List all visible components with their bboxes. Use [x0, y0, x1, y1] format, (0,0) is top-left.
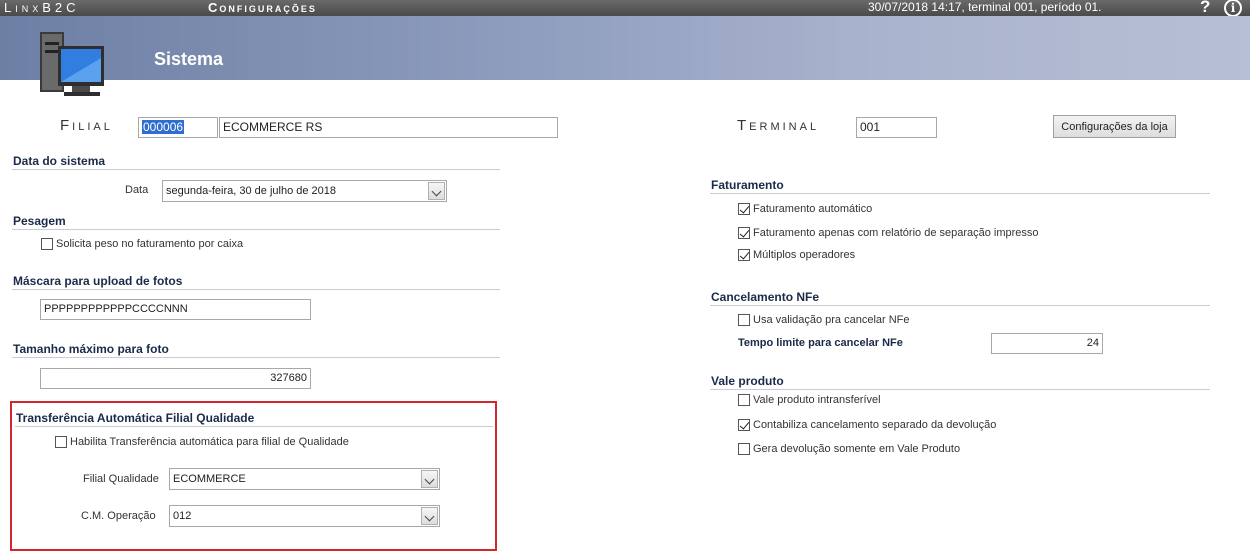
max-photo-size-input[interactable]: 327680	[40, 368, 311, 389]
tempo-limite-input[interactable]: 24	[991, 333, 1103, 354]
faturamento-option-label: Múltiplos operadores	[753, 249, 856, 261]
tamanho-title: Tamanho máximo para foto	[13, 342, 169, 356]
help-icon[interactable]: ?	[1200, 0, 1210, 15]
filial-qualidade-select[interactable]: ECOMMERCE	[169, 468, 440, 490]
section-divider	[12, 169, 500, 170]
page-header: Sistema	[0, 16, 1250, 96]
pesagem-checkbox[interactable]	[41, 238, 53, 250]
chevron-down-icon[interactable]	[428, 182, 445, 200]
section-divider	[15, 426, 493, 427]
cm-operacao-select[interactable]: 012	[169, 505, 440, 527]
faturamento-relatorio-checkbox[interactable]	[738, 227, 750, 239]
chevron-down-icon[interactable]	[421, 470, 438, 488]
faturamento-title: Faturamento	[711, 178, 784, 192]
terminal-label: Terminal	[737, 117, 820, 134]
vale-option-label: Gera devolução somente em Vale Produto	[753, 443, 961, 455]
transferencia-checkbox[interactable]	[55, 436, 67, 448]
vale-produto-title: Vale produto	[711, 374, 784, 388]
photo-mask-input[interactable]: PPPPPPPPPPPPCCCCNNN	[40, 299, 311, 320]
validacao-nfe-checkbox[interactable]	[738, 314, 750, 326]
filial-name-field: ECOMMERCE RS	[219, 117, 558, 138]
faturamento-option-label: Faturamento apenas com relatório de sepa…	[753, 227, 1039, 239]
store-config-button[interactable]: Configurações da loja	[1053, 115, 1176, 138]
info-icon[interactable]: i	[1224, 0, 1242, 17]
filial-code-input[interactable]: 000006	[138, 117, 218, 138]
pesagem-option-label: Solicita peso no faturamento por caixa	[56, 238, 244, 250]
session-status: 30/07/2018 14:17, terminal 001, período …	[868, 0, 1102, 14]
transferencia-option-label: Habilita Transferência automática para f…	[70, 436, 349, 448]
terminal-input[interactable]: 001	[856, 117, 937, 138]
system-date-value: segunda-feira, 30 de julho de 2018	[166, 185, 337, 197]
brand-logo: LinxB2C	[4, 0, 80, 15]
filial-qualidade-value: ECOMMERCE	[173, 473, 246, 485]
section-divider	[710, 193, 1210, 194]
title-bar: LinxB2C Configurações 30/07/2018 14:17, …	[0, 0, 1250, 17]
section-divider	[12, 357, 500, 358]
devolucao-vale-checkbox[interactable]	[738, 443, 750, 455]
tempo-limite-label: Tempo limite para cancelar NFe	[738, 337, 903, 349]
filial-qualidade-label: Filial Qualidade	[83, 473, 159, 485]
chevron-down-icon[interactable]	[421, 507, 438, 525]
transferencia-title: Transferência Automática Filial Qualidad…	[16, 411, 255, 425]
multiplos-operadores-checkbox[interactable]	[738, 249, 750, 261]
computer-monitor-icon	[40, 32, 104, 96]
faturamento-option-label: Faturamento automático	[753, 203, 873, 215]
vale-option-label: Vale produto intransferível	[753, 394, 881, 406]
validacao-nfe-label: Usa validação pra cancelar NFe	[753, 314, 910, 326]
faturamento-automatico-checkbox[interactable]	[738, 203, 750, 215]
section-divider	[710, 305, 1210, 306]
section-divider	[12, 289, 500, 290]
app-title: Configurações	[208, 0, 317, 15]
mascara-title: Máscara para upload de fotos	[13, 274, 183, 288]
vale-option-label: Contabiliza cancelamento separado da dev…	[753, 419, 997, 431]
cm-operacao-value: 012	[173, 510, 192, 522]
data-sistema-title: Data do sistema	[13, 154, 106, 168]
data-label: Data	[125, 184, 149, 196]
cm-operacao-label: C.M. Operação	[81, 510, 156, 522]
filial-label: Filial	[60, 117, 113, 134]
filial-code-value: 000006	[142, 120, 185, 134]
contabiliza-cancelamento-checkbox[interactable]	[738, 419, 750, 431]
system-date-picker[interactable]: segunda-feira, 30 de julho de 2018	[162, 180, 447, 202]
cancelamento-title: Cancelamento NFe	[711, 290, 820, 304]
vale-intransferivel-checkbox[interactable]	[738, 394, 750, 406]
section-divider	[710, 389, 1210, 390]
pesagem-title: Pesagem	[13, 214, 66, 228]
page-title: Sistema	[154, 49, 224, 69]
section-divider	[12, 229, 500, 230]
